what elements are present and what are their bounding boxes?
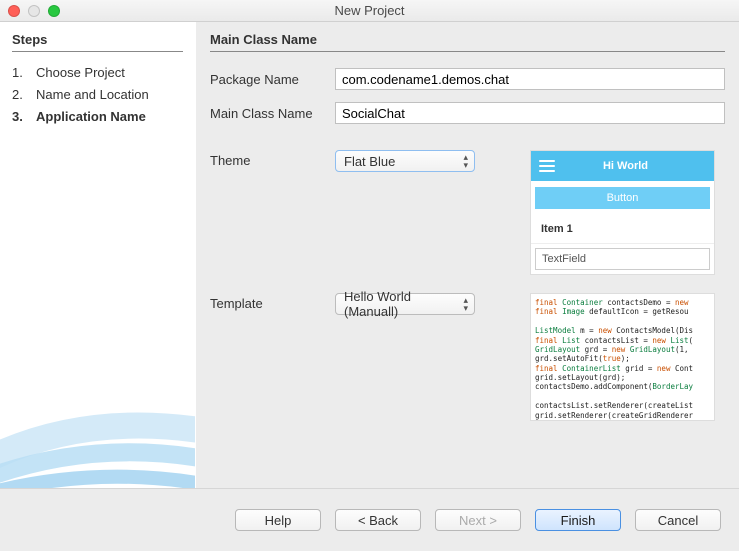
theme-label: Theme [210,150,335,168]
row-template: Template Hello World (Manuall) ▴▾ final … [210,293,725,421]
row-package-name: Package Name [210,68,725,90]
window-title: New Project [0,3,739,18]
theme-preview: Hi World Button Item 1 TextField [530,150,715,275]
chevron-updown-icon: ▴▾ [463,153,468,169]
hamburger-icon [539,160,555,172]
finish-button[interactable]: Finish [535,509,621,531]
preview-title: Hi World [563,160,706,172]
titlebar: New Project [0,0,739,22]
footer-buttons: Help < Back Next > Finish Cancel [0,488,739,551]
step-label: Application Name [36,106,146,128]
minimize-window-icon [28,5,40,17]
close-window-icon[interactable] [8,5,20,17]
template-label: Template [210,293,335,311]
row-theme: Theme Flat Blue ▴▾ Hi World Button Item … [210,150,725,275]
theme-select-value: Flat Blue [344,154,395,169]
step-label: Name and Location [36,84,149,106]
cancel-button[interactable]: Cancel [635,509,721,531]
package-name-input[interactable] [335,68,725,90]
theme-select[interactable]: Flat Blue ▴▾ [335,150,475,172]
step-item-1: 1. Choose Project [12,62,183,84]
decorative-swoosh-icon [0,348,196,488]
back-button[interactable]: < Back [335,509,421,531]
package-name-label: Package Name [210,72,335,87]
template-select[interactable]: Hello World (Manuall) ▴▾ [335,293,475,315]
step-num: 3. [12,106,26,128]
step-num: 1. [12,62,26,84]
next-button: Next > [435,509,521,531]
main-panel: Main Class Name Package Name Main Class … [196,22,739,488]
preview-button: Button [535,187,710,209]
preview-header: Hi World [531,151,714,181]
main-class-name-input[interactable] [335,102,725,124]
steps-list: 1. Choose Project 2. Name and Location 3… [12,62,183,128]
template-code-preview: final Container contactsDemo = new final… [530,293,715,421]
steps-heading: Steps [12,32,183,52]
help-button[interactable]: Help [235,509,321,531]
step-item-3-current: 3. Application Name [12,106,183,128]
row-main-class-name: Main Class Name [210,102,725,124]
main-heading: Main Class Name [210,32,725,52]
traffic-lights [0,5,60,17]
zoom-window-icon[interactable] [48,5,60,17]
preview-item: Item 1 [531,215,714,244]
step-num: 2. [12,84,26,106]
chevron-updown-icon: ▴▾ [463,296,468,312]
step-label: Choose Project [36,62,125,84]
step-item-2: 2. Name and Location [12,84,183,106]
main-class-name-label: Main Class Name [210,106,335,121]
preview-textfield: TextField [535,248,710,270]
template-select-value: Hello World (Manuall) [344,289,454,319]
steps-sidebar: Steps 1. Choose Project 2. Name and Loca… [0,22,196,488]
